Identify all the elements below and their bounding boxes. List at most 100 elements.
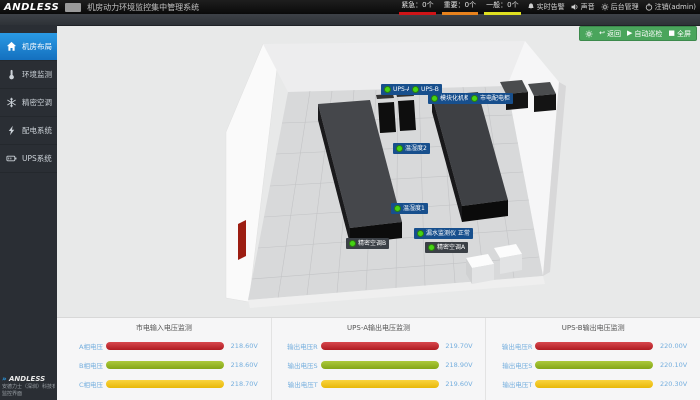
thermometer-icon: [5, 68, 18, 81]
gear-icon: [601, 3, 609, 11]
sidebar-brand: » ANDLESS 安德力士（深圳）科技有限公司 监控界面: [0, 375, 57, 397]
logout-link[interactable]: 注销(admin): [645, 2, 696, 12]
brand-caption: 监控界面: [2, 390, 55, 397]
marker-leak-detector[interactable]: 漏水监测仪 正常: [414, 228, 473, 239]
sidebar-item-precision-ac[interactable]: 精密空调: [0, 89, 57, 117]
gauge-bar: [535, 361, 657, 369]
status-dot-icon: [396, 145, 403, 152]
app-window: ANDLESS 机房动力环境监控集中管理系统 紧急：0个 重要：0个 一般：0个…: [0, 0, 700, 400]
gauge-row: 输出电压R 220.00V: [494, 336, 692, 355]
status-dot-icon: [431, 95, 438, 102]
status-dot-icon: [412, 86, 419, 93]
gauge-value: 220.00V: [660, 342, 692, 350]
alarm-counter-major[interactable]: 重要：0个: [442, 0, 478, 15]
gauge-value: 219.70V: [445, 342, 477, 350]
status-dot-icon: [349, 240, 356, 247]
marker-temp-humidity-1[interactable]: 温湿度1: [391, 203, 428, 214]
gauge-value: 220.30V: [660, 380, 692, 388]
page-title: 机房动力环境监控集中管理系统: [87, 2, 199, 13]
fullscreen-button[interactable]: ■ 全屏: [668, 29, 691, 39]
gauge-group-ups-b: UPS-B输出电压监测 输出电压R 220.00V 输出电压S 220.10V …: [485, 318, 700, 400]
sidebar-item-label: 精密空调: [22, 97, 52, 108]
top-header: ANDLESS 机房动力环境监控集中管理系统 紧急：0个 重要：0个 一般：0个…: [0, 0, 700, 14]
gauge-label: 输出电压T: [280, 379, 318, 389]
sidebar-item-label: 机房布局: [22, 41, 52, 52]
gauge-bar: [321, 361, 443, 369]
gauge-value: 218.90V: [445, 361, 477, 369]
gauge-row: 输出电压T 220.30V: [494, 374, 692, 393]
marker-label: 漏水监测仪 正常: [426, 231, 470, 237]
gauge-group-title: UPS-A输出电压监测: [280, 323, 478, 333]
gauge-bar: [106, 380, 228, 388]
gauge-group-ups-a: UPS-A输出电压监测 输出电压R 219.70V 输出电压S 218.90V …: [271, 318, 486, 400]
auto-patrol-button[interactable]: ▶ 自动巡检: [627, 29, 662, 39]
gauge-row: A相电压 218.60V: [65, 336, 263, 355]
back-button[interactable]: ↩ 返回: [599, 29, 621, 39]
gauge-bar: [106, 342, 228, 350]
marker-temp-humidity-2[interactable]: 温湿度2: [393, 143, 430, 154]
gauge-row: C相电压 218.70V: [65, 374, 263, 393]
gauge-label: C相电压: [65, 379, 103, 389]
gauge-label: A相电压: [65, 341, 103, 351]
realtime-alarm-label: 实时告警: [537, 2, 565, 12]
sidebar: 机房布局 环境监测 精密空调 配电系统 UPS系统 » ANDLESS 安德力士…: [0, 25, 57, 400]
realtime-alarm-link[interactable]: 实时告警: [527, 2, 565, 12]
gauge-label: 输出电压T: [494, 379, 532, 389]
brand-logo: ANDLESS: [4, 2, 59, 13]
gauge-label: 输出电压S: [494, 360, 532, 370]
gauge-row: 输出电压R 219.70V: [280, 336, 478, 355]
play-icon: ▶: [627, 30, 632, 37]
gauge-label: 输出电压S: [280, 360, 318, 370]
marker-precision-ac-b[interactable]: 精密空调B: [346, 238, 389, 249]
sidebar-item-label: 配电系统: [22, 125, 52, 136]
status-dot-icon: [384, 86, 391, 93]
gauge-bar: [535, 342, 657, 350]
view-settings-button[interactable]: [585, 30, 593, 38]
gauge-row: 输出电压S 220.10V: [494, 355, 692, 374]
sidebar-menu: 机房布局 环境监测 精密空调 配电系统 UPS系统: [0, 25, 57, 173]
sidebar-item-label: 环境监测: [22, 69, 52, 80]
gauge-label: B相电压: [65, 360, 103, 370]
logout-label: 注销(admin): [655, 2, 696, 12]
brand-company: 安德力士（深圳）科技有限公司: [2, 383, 55, 390]
sound-label: 声音: [581, 2, 595, 12]
marker-label: 市电配电柜: [480, 96, 510, 102]
fullscreen-label: 全屏: [677, 29, 691, 39]
marker-label: 精密空调B: [358, 241, 386, 247]
gauge-value: 218.60V: [231, 342, 263, 350]
marker-label: 模块化机柜: [440, 96, 470, 102]
admin-link[interactable]: 后台管理: [601, 2, 639, 12]
gauge-label: 输出电压R: [494, 341, 532, 351]
gauge-value: 218.70V: [231, 380, 263, 388]
gauge-group-title: 市电输入电压监测: [65, 323, 263, 333]
sidebar-item-environment[interactable]: 环境监测: [0, 61, 57, 89]
gauge-group-mains: 市电输入电压监测 A相电压 218.60V B相电压 218.60V C相电压 …: [57, 318, 271, 400]
gauge-row: B相电压 218.60V: [65, 355, 263, 374]
marker-label: 温湿度1: [403, 206, 425, 212]
marker-label: 温湿度2: [405, 146, 427, 152]
marker-label: UPS-B: [421, 87, 439, 93]
status-dot-icon: [417, 230, 424, 237]
sidebar-item-label: UPS系统: [22, 153, 52, 164]
sidebar-item-power-distribution[interactable]: 配电系统: [0, 117, 57, 145]
auto-patrol-label: 自动巡检: [634, 29, 662, 39]
gauge-bar: [321, 342, 443, 350]
sidebar-item-room-layout[interactable]: 机房布局: [0, 33, 57, 61]
status-dot-icon: [471, 95, 478, 102]
back-icon: ↩: [599, 30, 605, 37]
home-icon: [5, 40, 18, 53]
alarm-counter-minor[interactable]: 一般：0个: [484, 0, 520, 15]
view-toolbar: ↩ 返回 ▶ 自动巡检 ■ 全屏: [579, 26, 697, 41]
marker-mains-cabinet[interactable]: 市电配电柜: [468, 93, 513, 104]
sound-link[interactable]: 声音: [571, 2, 595, 12]
sidebar-item-ups[interactable]: UPS系统: [0, 145, 57, 173]
marker-module-cabinet[interactable]: 模块化机柜: [428, 93, 473, 104]
alarm-counter-critical[interactable]: 紧急：0个: [399, 0, 435, 15]
fullscreen-icon: ■: [668, 30, 675, 37]
gauge-bar: [535, 380, 657, 388]
sub-header-strip: [0, 14, 700, 26]
marker-precision-ac-a[interactable]: 精密空调A: [425, 242, 468, 253]
gauge-bar: [106, 361, 228, 369]
menu-icon[interactable]: [65, 3, 81, 12]
gauge-group-title: UPS-B输出电压监测: [494, 323, 692, 333]
